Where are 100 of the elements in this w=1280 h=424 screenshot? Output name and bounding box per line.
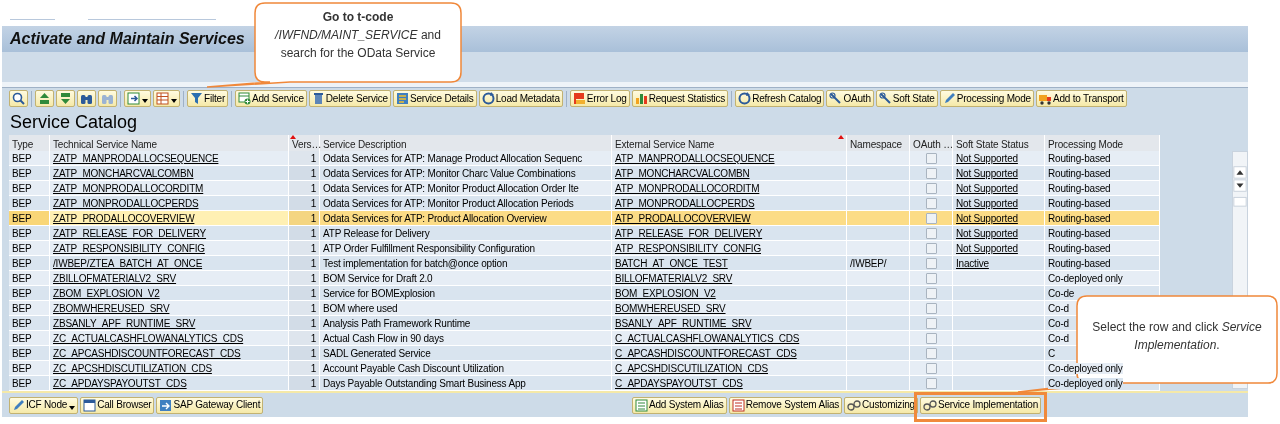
customizing-button[interactable]: Customizing <box>844 396 918 414</box>
column-header[interactable]: Namespace <box>850 139 902 150</box>
refresh-catalog-button[interactable]: Refresh Catalog <box>735 90 825 107</box>
oauth-checkbox[interactable] <box>925 363 937 374</box>
soft-state-link[interactable]: Not Supported <box>956 198 1018 209</box>
service-name-link[interactable]: ZC_ACTUALCASHFLOWANALYTICS_CDS <box>53 333 244 344</box>
soft-state-link[interactable]: Inactive <box>956 258 989 269</box>
service-name-link[interactable]: ATP_MONCHARCVALCOMBN <box>615 168 750 179</box>
service-name-link[interactable]: ZATP_MONPRODALLOCORDITM <box>53 183 204 194</box>
service-name-link[interactable]: ATP_MONPRODALLOCORDITM <box>615 183 760 194</box>
description-cell: Odata Services for ATP: Monitor Charc Value Combinations <box>323 168 576 179</box>
column-header[interactable]: Processing Mode <box>1048 139 1123 150</box>
icf-node-button[interactable]: ICF Node <box>9 396 79 414</box>
oauth-checkbox[interactable] <box>925 228 937 239</box>
gateway-client-button[interactable]: SAP Gateway Client <box>156 396 264 414</box>
oauth-checkbox[interactable] <box>925 198 937 209</box>
gateway-icon <box>159 398 173 412</box>
service-name-link[interactable]: ZATP_RESPONSIBILITY_CONFIG <box>53 243 205 254</box>
service-name-link[interactable]: C_APCSHDISCUTILIZATION_CDS <box>615 363 768 374</box>
service-name-link[interactable]: ZATP_RELEASE_FOR_DELIVERY <box>53 228 207 239</box>
oauth-checkbox[interactable] <box>925 243 937 254</box>
filter-button[interactable]: Filter <box>187 90 229 107</box>
soft-state-button[interactable]: Soft State <box>875 90 938 107</box>
sort-ascending-button[interactable] <box>35 90 54 107</box>
soft-state-link[interactable]: Not Supported <box>956 228 1018 239</box>
version-cell: 1 <box>310 258 316 269</box>
sort-descending-icon <box>59 92 72 105</box>
service-name-link[interactable]: ATP_PRODALLOCOVERVIEW <box>615 213 751 224</box>
service-name-link[interactable]: BOM_EXPLOSION_V2 <box>615 288 716 299</box>
processing-mode-cell: Co-d <box>1048 333 1069 344</box>
service-name-link[interactable]: ZBSANLY_APF_RUNTIME_SRV <box>53 318 196 329</box>
add-system-alias-button[interactable]: Add System Alias <box>632 396 727 414</box>
column-header[interactable]: External Service Name <box>615 139 715 150</box>
type-cell[interactable]: BEP <box>9 376 50 391</box>
oauth-checkbox[interactable] <box>925 273 937 284</box>
service-name-link[interactable]: BOMWHEREUSED_SRV <box>615 303 726 314</box>
oauth-checkbox[interactable] <box>925 183 937 194</box>
soft-state-link[interactable]: Not Supported <box>956 243 1018 254</box>
oauth-checkbox[interactable] <box>925 258 937 269</box>
oauth-checkbox[interactable] <box>925 153 937 164</box>
sort-descending-button[interactable] <box>56 90 75 107</box>
service-name-link[interactable]: C_APDAYSPAYOUTST_CDS <box>615 378 743 389</box>
service-name-link[interactable]: C_APCASHDISCOUNTFORECAST_CDS <box>615 348 797 359</box>
load-metadata-button[interactable]: Load Metadata <box>478 90 563 107</box>
column-header[interactable]: OAuth … <box>913 139 954 150</box>
service-name-link[interactable]: ZATP_MANPRODALLOCSEQUENCE <box>53 153 219 164</box>
export-button[interactable] <box>124 90 151 107</box>
call-browser-button[interactable]: Call Browser <box>80 396 155 414</box>
oauth-checkbox[interactable] <box>925 213 937 224</box>
oauth-checkbox[interactable] <box>925 378 937 389</box>
service-name-link[interactable]: BSANLY_APF_RUNTIME_SRV <box>615 318 752 329</box>
column-header[interactable]: Vers… <box>292 139 322 150</box>
service-name-link[interactable]: ZC_APCSHDISCUTILIZATION_CDS <box>53 363 212 374</box>
oauth-checkbox[interactable] <box>925 168 937 179</box>
service-name-link[interactable]: BATCH_AT_ONCE_TEST <box>615 258 728 269</box>
service-name-link[interactable]: ZC_APDAYSPAYOUTST_CDS <box>53 378 187 389</box>
column-header[interactable]: Type <box>12 139 34 150</box>
service-details-button[interactable]: Service Details <box>393 90 477 107</box>
service-name-link[interactable]: ATP_MANPRODALLOCSEQUENCE <box>615 153 775 164</box>
service-name-link[interactable]: ATP_RELEASE_FOR_DELIVERY <box>615 228 763 239</box>
service-name-link[interactable]: ZATP_MONPRODALLOCPERDS <box>53 198 199 209</box>
remove-system-alias-button[interactable]: Remove System Alias <box>728 396 843 414</box>
oauth-checkbox[interactable] <box>925 288 937 299</box>
service-name-link[interactable]: ZBOMWHEREUSED_SRV <box>53 303 170 314</box>
service-implementation-button[interactable]: Service Implementation <box>919 396 1041 414</box>
service-name-link[interactable]: BILLOFMATERIALV2_SRV <box>615 273 733 284</box>
oauth-checkbox[interactable] <box>925 333 937 344</box>
request-statistics-button[interactable]: Request Statistics <box>631 90 729 107</box>
delete-service-button[interactable]: Delete Service <box>308 90 391 107</box>
processing-mode-cell: Routing-based <box>1048 153 1111 164</box>
service-name-link[interactable]: ZATP_MONCHARCVALCOMBN <box>53 168 194 179</box>
oauth-button[interactable]: OAuth <box>826 90 874 107</box>
service-name-link[interactable]: C_ACTUALCASHFLOWANALYTICS_CDS <box>615 333 800 344</box>
soft-state-link[interactable]: Not Supported <box>956 153 1018 164</box>
service-name-link[interactable]: ZBILLOFMATERIALV2_SRV <box>53 273 177 284</box>
add-service-button[interactable]: Add Service <box>235 90 307 107</box>
service-name-link[interactable]: ATP_RESPONSIBILITY_CONFIG <box>615 243 761 254</box>
column-header[interactable]: Service Description <box>323 139 407 150</box>
add-to-transport-button[interactable]: Add to Transport <box>1035 90 1127 107</box>
layout-button[interactable] <box>153 90 180 107</box>
column-header[interactable]: Soft State Status <box>956 139 1029 150</box>
details-button[interactable] <box>9 90 28 107</box>
soft-state-link[interactable]: Not Supported <box>956 168 1018 179</box>
error-log-button[interactable]: Error Log <box>569 90 630 107</box>
processing-mode-button[interactable]: Processing Mode <box>939 90 1034 107</box>
version-cell: 1 <box>310 378 316 389</box>
service-name-link[interactable]: /IWBEP/ZTEA_BATCH_AT_ONCE <box>53 258 203 269</box>
oauth-checkbox[interactable] <box>925 318 937 329</box>
service-name-link[interactable]: ZC_APCASHDISCOUNTFORECAST_CDS <box>53 348 241 359</box>
type-cell[interactable]: BEP <box>9 211 50 226</box>
column-header[interactable]: Technical Service Name <box>53 139 157 150</box>
description-cell: Odata Services for ATP: Manage Product Allocation Sequenc <box>323 153 583 164</box>
soft-state-link[interactable]: Not Supported <box>956 183 1018 194</box>
processing-mode-cell: Routing-based <box>1048 258 1111 269</box>
find-button[interactable] <box>77 90 96 107</box>
oauth-checkbox[interactable] <box>925 303 937 314</box>
oauth-checkbox[interactable] <box>925 348 937 359</box>
soft-state-link[interactable]: Not Supported <box>956 213 1018 224</box>
service-name-link[interactable]: ATP_MONPRODALLOCPERDS <box>615 198 755 209</box>
service-name-link[interactable]: ZBOM_EXPLOSION_V2 <box>53 288 160 299</box>
